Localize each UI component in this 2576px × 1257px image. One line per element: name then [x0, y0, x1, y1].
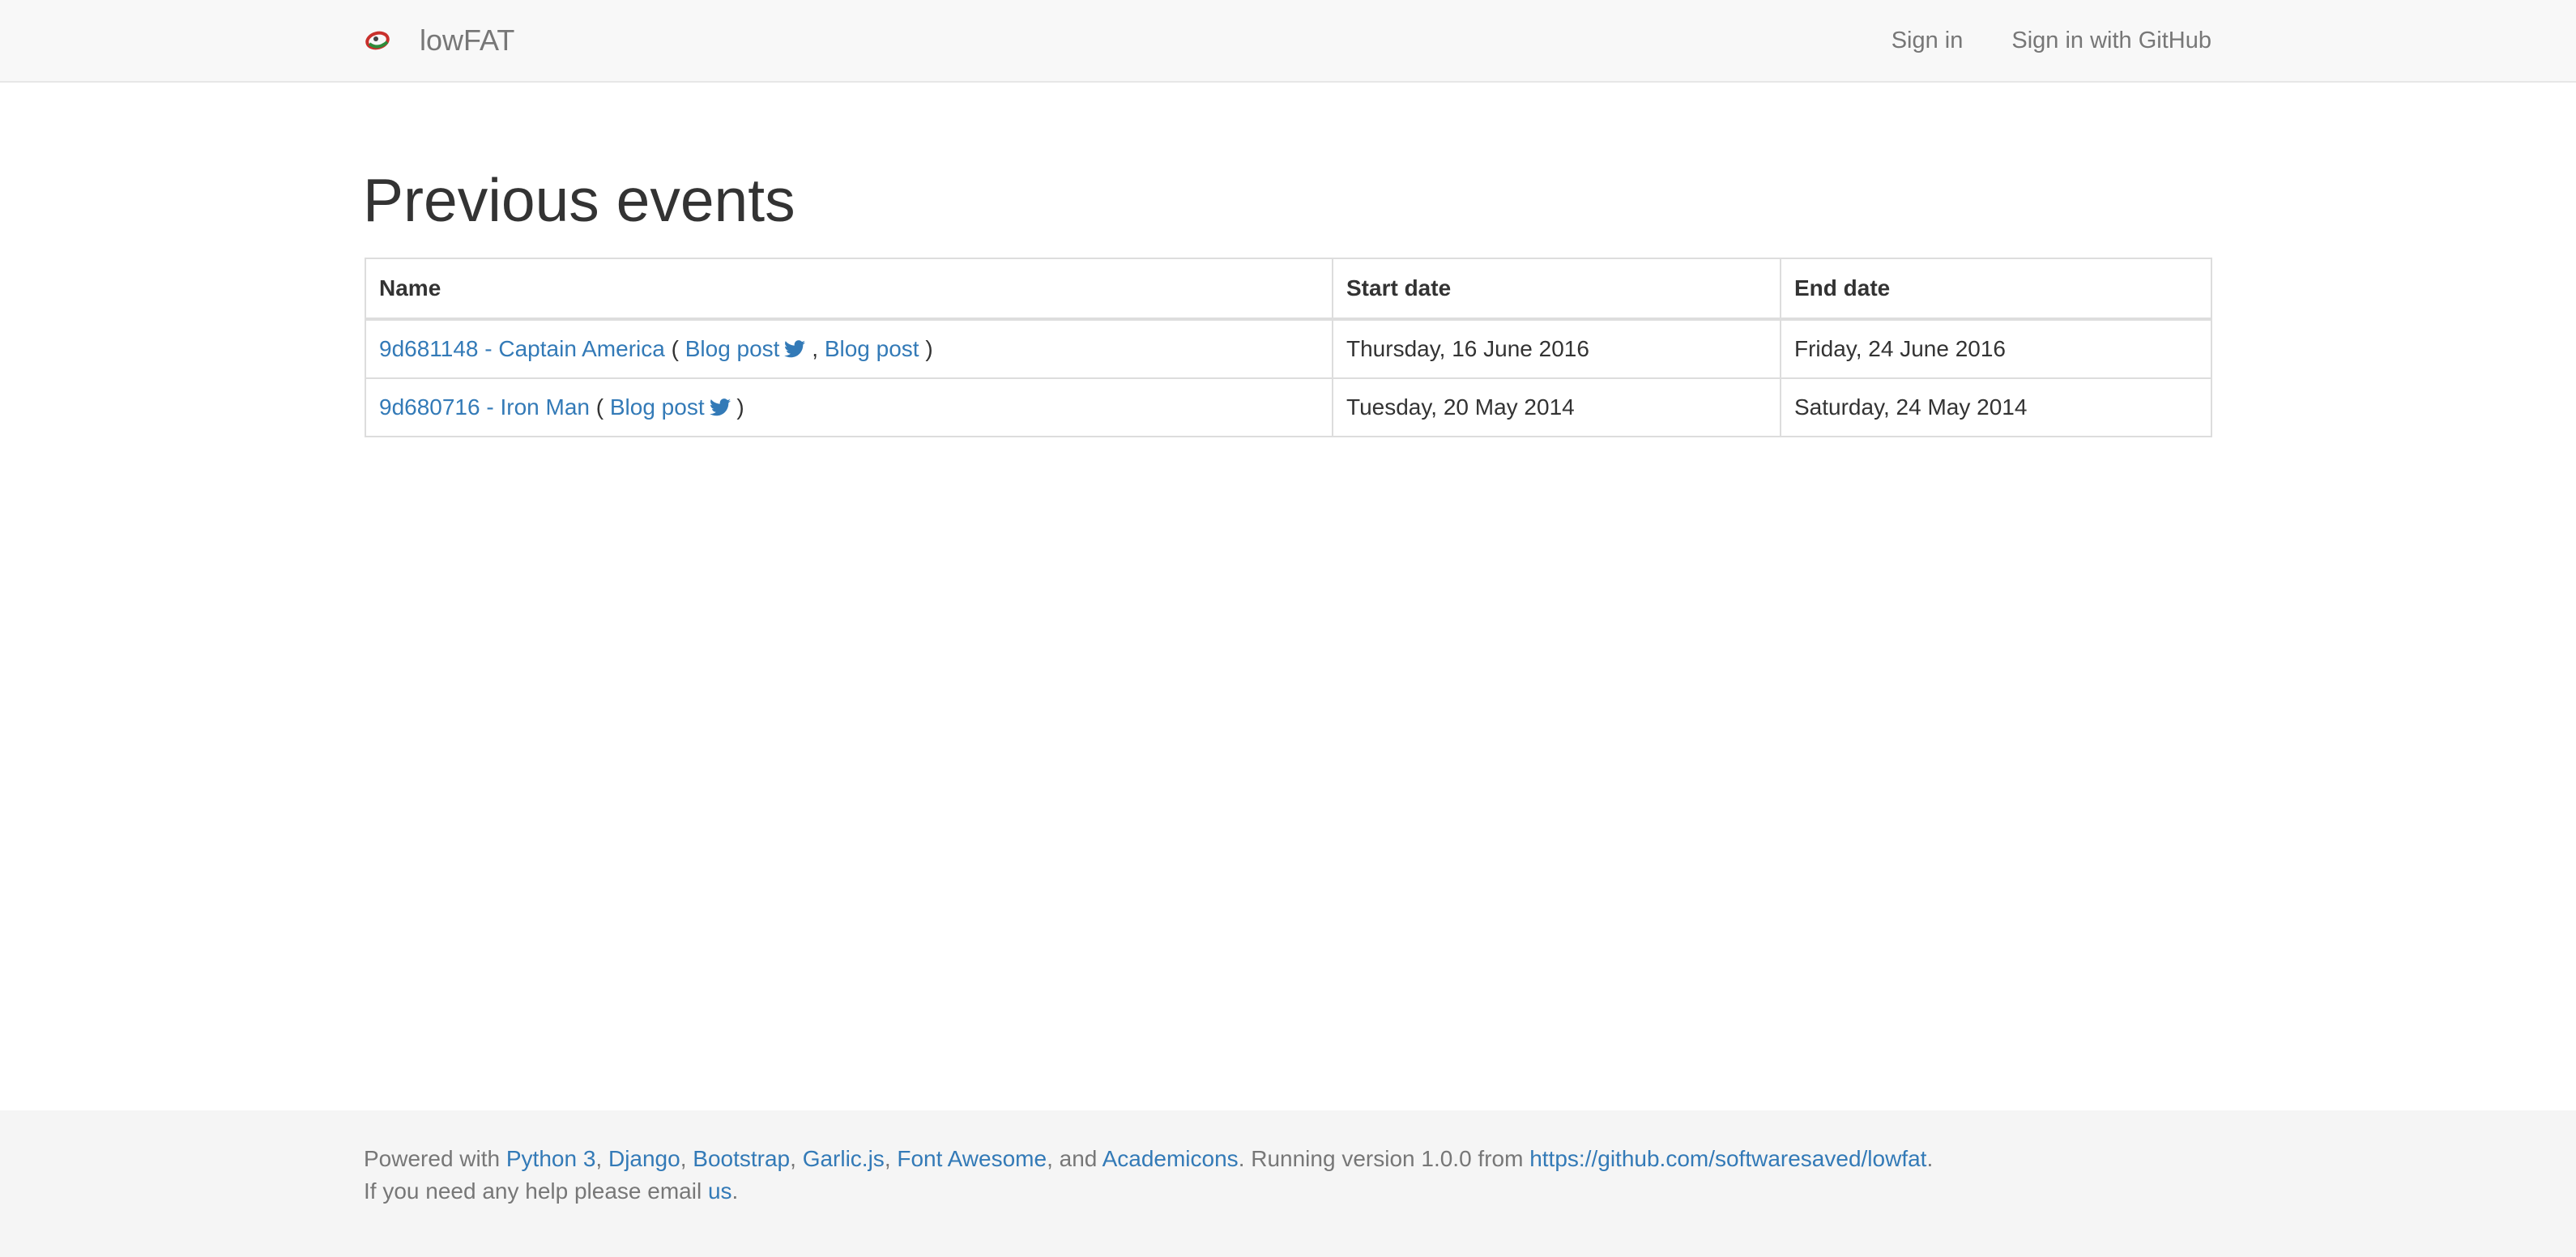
sign-in-github-link[interactable]: Sign in with GitHub — [2011, 28, 2211, 54]
blog-post-label: Blog post — [685, 336, 780, 361]
table-row: 9d680716 - Iron Man ( Blog post ) Tuesda… — [365, 377, 2212, 437]
navbar-right: Sign in Sign in with GitHub — [1843, 0, 2211, 81]
footer-sep: , — [790, 1146, 803, 1171]
font-awesome-link[interactable]: Font Awesome — [897, 1146, 1047, 1171]
open-paren: ( — [595, 394, 604, 420]
repo-link[interactable]: https://github.com/softwaresaved/lowfat — [1529, 1146, 1926, 1171]
garlicjs-link[interactable]: Garlic.js — [803, 1146, 885, 1171]
brand-name: lowFAT — [420, 23, 515, 57]
table-row: 9d681148 - Captain America ( Blog post ,… — [365, 318, 2212, 379]
blog-post-link[interactable]: Blog post — [685, 336, 806, 361]
open-paren: ( — [671, 336, 679, 361]
footer-sep-and: , and — [1047, 1146, 1102, 1171]
footer-powered-prefix: Powered with — [364, 1146, 506, 1171]
academicons-link[interactable]: Academicons — [1102, 1146, 1239, 1171]
close-paren: ) — [925, 336, 933, 361]
footer-text: Powered with Python 3, Django, Bootstrap… — [364, 1143, 1933, 1208]
top-navbar: lowFAT Sign in Sign in with GitHub — [0, 0, 2576, 83]
lowfat-logo-icon — [365, 31, 390, 50]
footer-help-text: If you need any help please email — [364, 1178, 708, 1204]
footer-sep: , — [884, 1146, 898, 1171]
twitter-icon — [709, 398, 731, 416]
table-head: Name Start date End date — [365, 258, 2212, 321]
column-header-end-date: End date — [1780, 258, 2212, 321]
footer-period: . — [1926, 1146, 1934, 1171]
footer-help-period: . — [731, 1178, 739, 1204]
footer-sep: , — [680, 1146, 693, 1171]
blog-post-link[interactable]: Blog post — [610, 394, 731, 420]
blog-post-link[interactable]: Blog post — [825, 336, 919, 361]
python-link[interactable]: Python 3 — [506, 1146, 596, 1171]
column-header-name: Name — [365, 258, 1333, 321]
footer-sep: , — [595, 1146, 608, 1171]
blog-post-label: Blog post — [609, 394, 705, 420]
event-name-cell: 9d680716 - Iron Man ( Blog post ) — [365, 377, 1333, 437]
event-name-cell: 9d681148 - Captain America ( Blog post ,… — [365, 318, 1333, 379]
twitter-icon — [784, 340, 806, 358]
close-paren: ) — [736, 394, 744, 420]
separator-comma: , — [812, 336, 819, 361]
end-date-cell: Saturday, 24 May 2014 — [1780, 377, 2212, 437]
sign-in-link[interactable]: Sign in — [1891, 28, 1964, 54]
start-date-cell: Tuesday, 20 May 2014 — [1332, 377, 1781, 437]
table-body: 9d681148 - Captain America ( Blog post ,… — [365, 318, 2212, 437]
bootstrap-link[interactable]: Bootstrap — [693, 1146, 790, 1171]
end-date-cell: Friday, 24 June 2016 — [1780, 318, 2212, 379]
column-header-start-date: Start date — [1332, 258, 1781, 321]
events-table: Name Start date End date 9d681148 - Capt… — [365, 258, 2212, 437]
brand[interactable]: lowFAT — [363, 18, 514, 63]
event-link[interactable]: 9d681148 - Captain America — [379, 336, 665, 361]
footer-running-text: . Running version 1.0.0 from — [1238, 1146, 1530, 1171]
email-us-link[interactable]: us — [708, 1178, 732, 1204]
event-link[interactable]: 9d680716 - Iron Man — [379, 394, 590, 420]
table-header-row: Name Start date End date — [365, 258, 2212, 321]
django-link[interactable]: Django — [608, 1146, 680, 1171]
page-title: Previous events — [363, 166, 795, 234]
footer: Powered with Python 3, Django, Bootstrap… — [0, 1110, 2576, 1257]
start-date-cell: Thursday, 16 June 2016 — [1332, 318, 1781, 379]
